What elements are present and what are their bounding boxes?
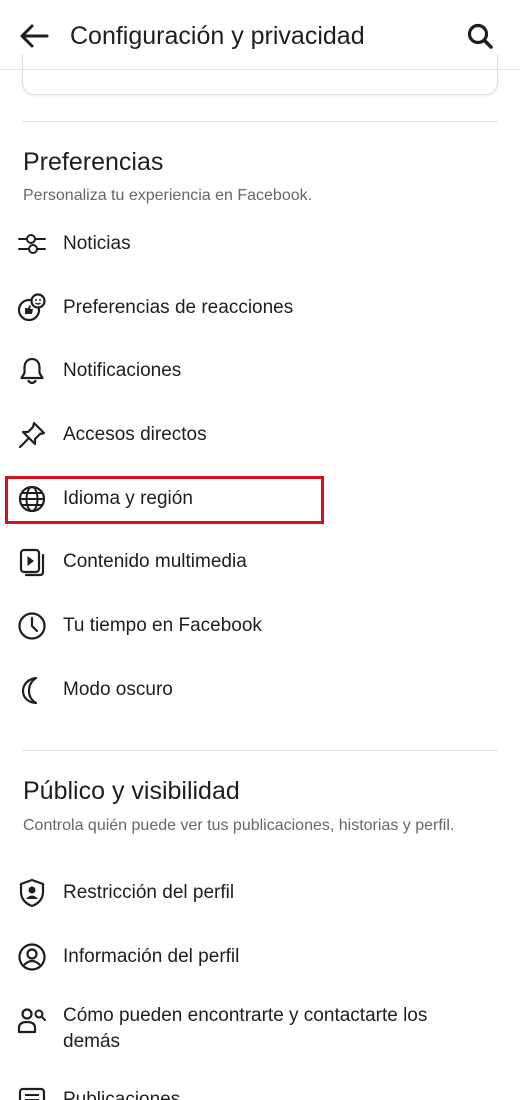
menu-item-reaction-preferences[interactable]: Preferencias de reacciones bbox=[0, 282, 520, 334]
bell-icon bbox=[16, 355, 48, 387]
section-title-preferences: Preferencias bbox=[23, 148, 164, 176]
back-button[interactable] bbox=[14, 16, 54, 56]
menu-item-profile-lock[interactable]: Restricción del perfil bbox=[0, 867, 520, 919]
menu-item-label: Cómo pueden encontrarte y contactarte lo… bbox=[63, 1005, 428, 1052]
menu-item-label: Modo oscuro bbox=[63, 679, 173, 700]
search-button[interactable] bbox=[460, 16, 500, 56]
previous-section-card bbox=[22, 55, 498, 95]
section-title-audience: Público y visibilidad bbox=[23, 777, 240, 805]
clock-icon bbox=[16, 610, 48, 642]
menu-item-label: Tu tiempo en Facebook bbox=[63, 615, 262, 636]
menu-item-label: Restricción del perfil bbox=[63, 882, 235, 903]
section-divider bbox=[22, 121, 498, 122]
sliders-icon bbox=[16, 228, 48, 260]
menu-item-label: Accesos directos bbox=[63, 424, 207, 445]
menu-item-notifications[interactable]: Notificaciones bbox=[0, 345, 520, 397]
section-divider bbox=[22, 750, 498, 751]
media-icon bbox=[16, 546, 48, 578]
pin-icon bbox=[16, 419, 48, 451]
menu-item-label: Notificaciones bbox=[63, 360, 182, 381]
highlight-box bbox=[5, 476, 324, 524]
moon-icon bbox=[16, 674, 48, 706]
section-description-preferences: Personaliza tu experiencia en Facebook. bbox=[23, 187, 313, 204]
search-icon bbox=[467, 23, 493, 49]
menu-item-profile-info[interactable]: Información del perfil bbox=[0, 931, 520, 983]
menu-item-dark-mode[interactable]: Modo oscuro bbox=[0, 664, 520, 716]
menu-item-label: Noticias bbox=[63, 233, 131, 254]
menu-item-time-on-facebook[interactable]: Tu tiempo en Facebook bbox=[0, 600, 520, 652]
page-title: Configuración y privacidad bbox=[70, 22, 365, 50]
menu-item-find-contact[interactable]: Cómo pueden encontrarte y contactarte lo… bbox=[0, 1001, 520, 1065]
menu-item-news-feed[interactable]: Noticias bbox=[0, 218, 520, 270]
menu-item-label: Publicaciones bbox=[63, 1089, 181, 1100]
menu-item-posts[interactable]: Publicaciones bbox=[0, 1074, 520, 1100]
posts-icon bbox=[16, 1084, 48, 1100]
menu-item-shortcuts[interactable]: Accesos directos bbox=[0, 409, 520, 461]
menu-item-media[interactable]: Contenido multimedia bbox=[0, 536, 520, 588]
menu-item-label: Información del perfil bbox=[63, 946, 240, 967]
reactions-icon bbox=[16, 292, 48, 324]
find-people-icon bbox=[16, 1005, 48, 1037]
menu-item-label: Contenido multimedia bbox=[63, 551, 247, 572]
arrow-left-icon bbox=[20, 24, 49, 48]
section-description-audience: Controla quién puede ver tus publicacion… bbox=[23, 817, 455, 834]
shield-user-icon bbox=[16, 877, 48, 909]
menu-item-label: Preferencias de reacciones bbox=[63, 297, 294, 318]
user-circle-icon bbox=[16, 941, 48, 973]
